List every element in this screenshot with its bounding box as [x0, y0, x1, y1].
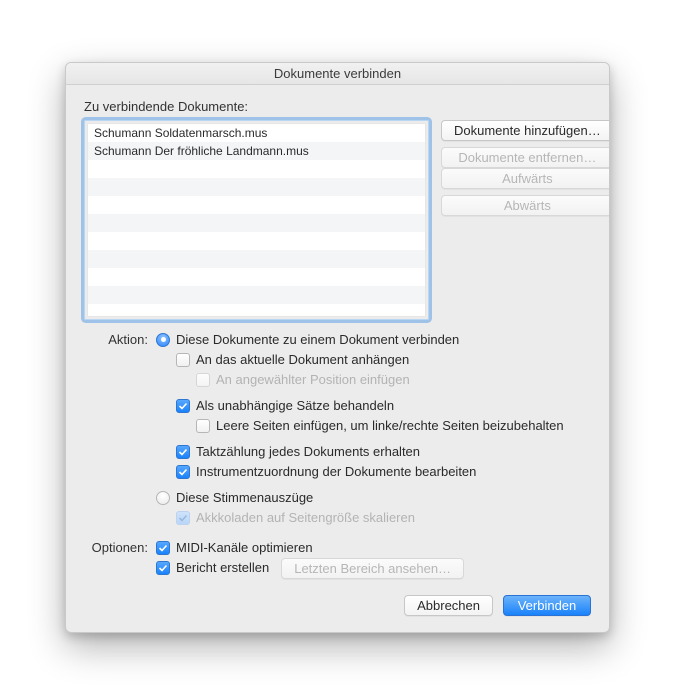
- create-report-label: Bericht erstellen: [176, 560, 269, 576]
- insert-at-selection-checkbox: [196, 373, 210, 387]
- optimize-midi-checkbox[interactable]: [156, 541, 170, 555]
- list-item: [88, 232, 425, 250]
- append-checkbox-label: An das aktuelle Dokument anhängen: [196, 352, 409, 368]
- list-item: [88, 214, 425, 232]
- list-item: [88, 304, 425, 317]
- move-down-button[interactable]: Abwärts: [441, 195, 610, 216]
- blank-pages-checkbox[interactable]: [196, 419, 210, 433]
- remove-documents-button[interactable]: Dokumente entfernen…: [441, 147, 610, 168]
- blank-pages-label: Leere Seiten einfügen, um linke/rechte S…: [216, 418, 564, 434]
- edit-instrument-mapping-checkbox[interactable]: [176, 465, 190, 479]
- independent-movements-checkbox[interactable]: [176, 399, 190, 413]
- add-documents-button[interactable]: Dokumente hinzufügen…: [441, 120, 610, 141]
- list-item[interactable]: Schumann Soldatenmarsch.mus: [88, 124, 425, 142]
- scale-systems-label: Akkkoladen auf Seitengröße skalieren: [196, 510, 415, 526]
- edit-instrument-mapping-label: Instrumentzuordnung der Dokumente bearbe…: [196, 464, 476, 480]
- documents-list[interactable]: Schumann Soldatenmarsch.musSchumann Der …: [84, 120, 429, 320]
- merge-radio[interactable]: [156, 333, 170, 347]
- parts-radio[interactable]: [156, 491, 170, 505]
- list-item[interactable]: Schumann Der fröhliche Landmann.mus: [88, 142, 425, 160]
- list-item: [88, 160, 425, 178]
- independent-movements-label: Als unabhängige Sätze behandeln: [196, 398, 394, 414]
- keep-measure-numbering-label: Taktzählung jedes Dokuments erhalten: [196, 444, 420, 460]
- list-item: [88, 286, 425, 304]
- documents-list-label: Zu verbindende Dokumente:: [84, 99, 591, 114]
- list-item: [88, 196, 425, 214]
- dialog-title: Dokumente verbinden: [66, 63, 609, 85]
- insert-at-selection-label: An angewählter Position einfügen: [216, 372, 410, 388]
- merge-documents-dialog: Dokumente verbinden Zu verbindende Dokum…: [65, 62, 610, 633]
- merge-button[interactable]: Verbinden: [503, 595, 591, 616]
- move-up-button[interactable]: Aufwärts: [441, 168, 610, 189]
- list-item: [88, 268, 425, 286]
- optimize-midi-label: MIDI-Kanäle optimieren: [176, 540, 313, 556]
- append-checkbox[interactable]: [176, 353, 190, 367]
- options-label: Optionen:: [84, 538, 148, 579]
- list-item: [88, 250, 425, 268]
- action-label: Aktion:: [84, 330, 148, 528]
- merge-radio-label: Diese Dokumente zu einem Dokument verbin…: [176, 332, 459, 348]
- cancel-button[interactable]: Abbrechen: [404, 595, 493, 616]
- create-report-checkbox[interactable]: [156, 561, 170, 575]
- view-last-report-button[interactable]: Letzten Bereich ansehen…: [281, 558, 464, 579]
- parts-radio-label: Diese Stimmenauszüge: [176, 490, 313, 506]
- scale-systems-checkbox: [176, 511, 190, 525]
- list-item: [88, 178, 425, 196]
- keep-measure-numbering-checkbox[interactable]: [176, 445, 190, 459]
